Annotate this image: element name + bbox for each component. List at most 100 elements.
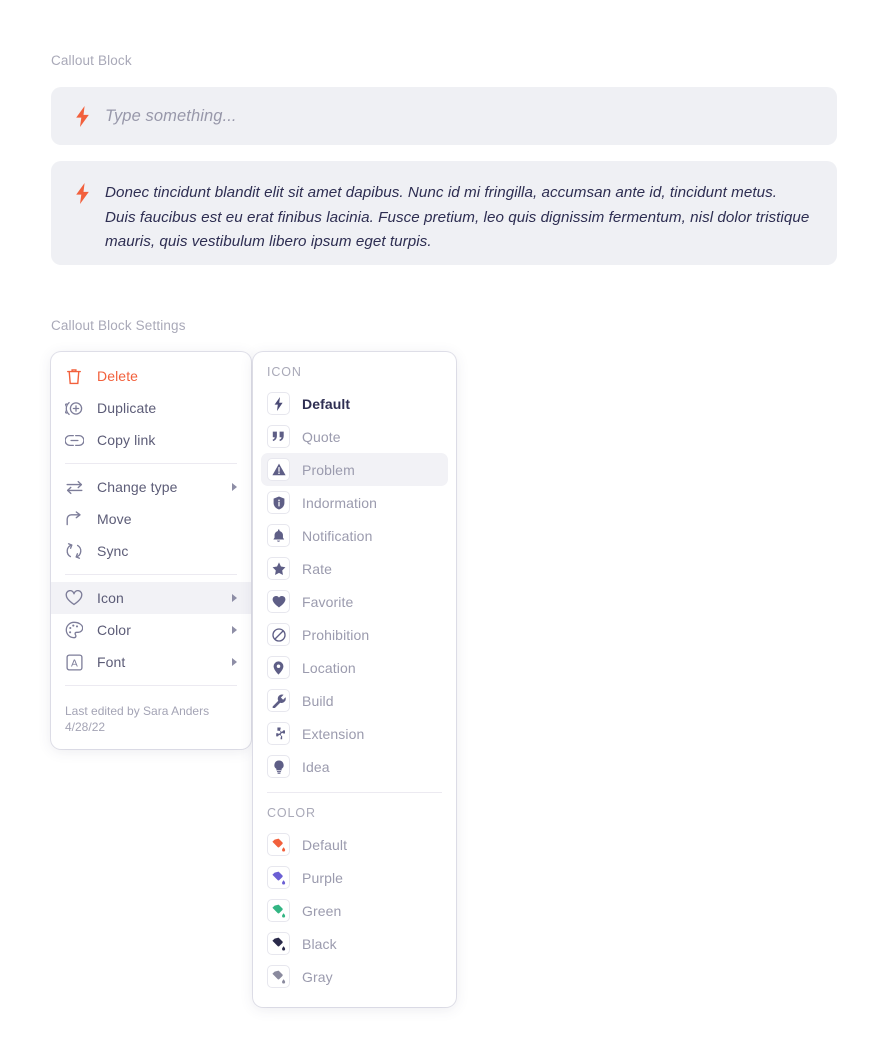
menu-item-color[interactable]: Color <box>51 614 251 646</box>
color-option-label: Gray <box>302 968 333 985</box>
star-icon <box>267 557 290 580</box>
menu-item-copy-link[interactable]: Copy link <box>51 424 251 456</box>
prohibition-icon <box>267 623 290 646</box>
menu-divider <box>65 574 237 575</box>
duplicate-icon <box>63 397 85 419</box>
move-arrow-icon <box>63 508 85 530</box>
icon-option-label: Indormation <box>302 494 378 511</box>
puzzle-icon <box>267 722 290 745</box>
icon-option-label: Favorite <box>302 593 354 610</box>
paint-bucket-icon <box>267 833 290 856</box>
warning-triangle-icon <box>267 458 290 481</box>
paint-bucket-icon <box>267 866 290 889</box>
bell-icon <box>267 524 290 547</box>
icon-option-rate[interactable]: Rate <box>261 552 448 585</box>
heart-icon <box>63 587 85 609</box>
menu-item-label: Color <box>97 622 131 638</box>
heart-filled-icon <box>267 590 290 613</box>
color-option-black[interactable]: Black <box>261 927 448 960</box>
menu-group: Change type Move Sync <box>51 471 251 567</box>
icon-option-label: Notification <box>302 527 373 544</box>
menu-item-label: Delete <box>97 368 139 384</box>
last-edited-date: 4/28/22 <box>65 720 106 734</box>
color-option-label: Green <box>302 902 342 919</box>
menu-item-label: Change type <box>97 479 178 495</box>
paint-bucket-icon <box>267 932 290 955</box>
shield-info-icon <box>267 491 290 514</box>
menu-divider <box>65 685 237 686</box>
color-section-header: COLOR <box>267 806 316 820</box>
menu-item-duplicate[interactable]: Duplicate <box>51 392 251 424</box>
icon-option-label: Problem <box>302 461 355 478</box>
callout-body-text: Donec tincidunt blandit elit sit amet da… <box>105 184 810 250</box>
icon-submenu-panel: ICON Default Quote Problem Indormation N… <box>253 352 456 1007</box>
menu-group: Icon Color A Font <box>51 582 251 678</box>
trash-icon <box>63 365 85 387</box>
menu-item-label: Move <box>97 511 132 527</box>
bolt-icon <box>267 392 290 415</box>
icon-option-notification[interactable]: Notification <box>261 519 448 552</box>
menu-item-font[interactable]: A Font <box>51 646 251 678</box>
icon-option-default[interactable]: Default <box>261 387 448 420</box>
menu-item-icon[interactable]: Icon <box>51 582 251 614</box>
icon-option-label: Rate <box>302 560 332 577</box>
menu-item-label: Copy link <box>97 432 156 448</box>
color-option-default[interactable]: Default <box>261 828 448 861</box>
palette-icon <box>63 619 85 641</box>
menu-item-move[interactable]: Move <box>51 503 251 535</box>
paint-bucket-icon <box>267 899 290 922</box>
callout-block-empty[interactable]: Type something... <box>51 87 837 145</box>
menu-item-delete[interactable]: Delete <box>51 360 251 392</box>
icon-option-information[interactable]: Indormation <box>261 486 448 519</box>
icon-option-problem[interactable]: Problem <box>261 453 448 486</box>
icon-option-label: Idea <box>302 758 330 775</box>
chevron-right-icon <box>232 658 237 666</box>
link-icon <box>63 429 85 451</box>
chevron-right-icon <box>232 626 237 634</box>
menu-item-label: Duplicate <box>97 400 157 416</box>
callout-placeholder-text: Type something... <box>105 106 237 125</box>
menu-group: Delete Duplicate Copy link <box>51 360 251 456</box>
icon-option-favorite[interactable]: Favorite <box>261 585 448 618</box>
icon-option-build[interactable]: Build <box>261 684 448 717</box>
icon-option-label: Location <box>302 659 356 676</box>
icon-option-quote[interactable]: Quote <box>261 420 448 453</box>
icon-option-label: Extension <box>302 725 365 742</box>
chevron-right-icon <box>232 594 237 602</box>
context-menu-panel: Delete Duplicate Copy link Change type M… <box>51 352 251 749</box>
callout-block-filled[interactable]: Donec tincidunt blandit elit sit amet da… <box>51 161 837 265</box>
font-a-icon: A <box>63 651 85 673</box>
menu-footer: Last edited by Sara Anders 4/28/22 <box>51 693 251 749</box>
menu-item-label: Icon <box>97 590 124 606</box>
icon-option-label: Build <box>302 692 334 709</box>
bolt-icon <box>73 182 91 204</box>
icon-option-location[interactable]: Location <box>261 651 448 684</box>
icon-option-label: Quote <box>302 428 341 445</box>
callout-block-label: Callout Block <box>51 53 132 68</box>
color-option-label: Default <box>302 836 348 853</box>
quote-icon <box>267 425 290 448</box>
svg-text:A: A <box>71 658 78 669</box>
icon-option-label: Prohibition <box>302 626 370 643</box>
menu-divider <box>65 463 237 464</box>
icon-section-header: ICON <box>267 365 302 379</box>
menu-item-label: Sync <box>97 543 129 559</box>
color-option-green[interactable]: Green <box>261 894 448 927</box>
chevron-right-icon <box>232 483 237 491</box>
menu-item-label: Font <box>97 654 126 670</box>
menu-item-sync[interactable]: Sync <box>51 535 251 567</box>
icon-option-extension[interactable]: Extension <box>261 717 448 750</box>
sync-icon <box>63 540 85 562</box>
menu-item-change-type[interactable]: Change type <box>51 471 251 503</box>
location-pin-icon <box>267 656 290 679</box>
color-option-label: Black <box>302 935 337 952</box>
icon-option-idea[interactable]: Idea <box>261 750 448 783</box>
color-option-purple[interactable]: Purple <box>261 861 448 894</box>
icon-option-prohibition[interactable]: Prohibition <box>261 618 448 651</box>
color-option-label: Purple <box>302 869 344 886</box>
callout-settings-label: Callout Block Settings <box>51 318 186 333</box>
lightbulb-icon <box>267 755 290 778</box>
icon-option-label: Default <box>302 395 351 412</box>
color-option-gray[interactable]: Gray <box>261 960 448 993</box>
last-edited-by: Last edited by Sara Anders <box>65 704 210 718</box>
